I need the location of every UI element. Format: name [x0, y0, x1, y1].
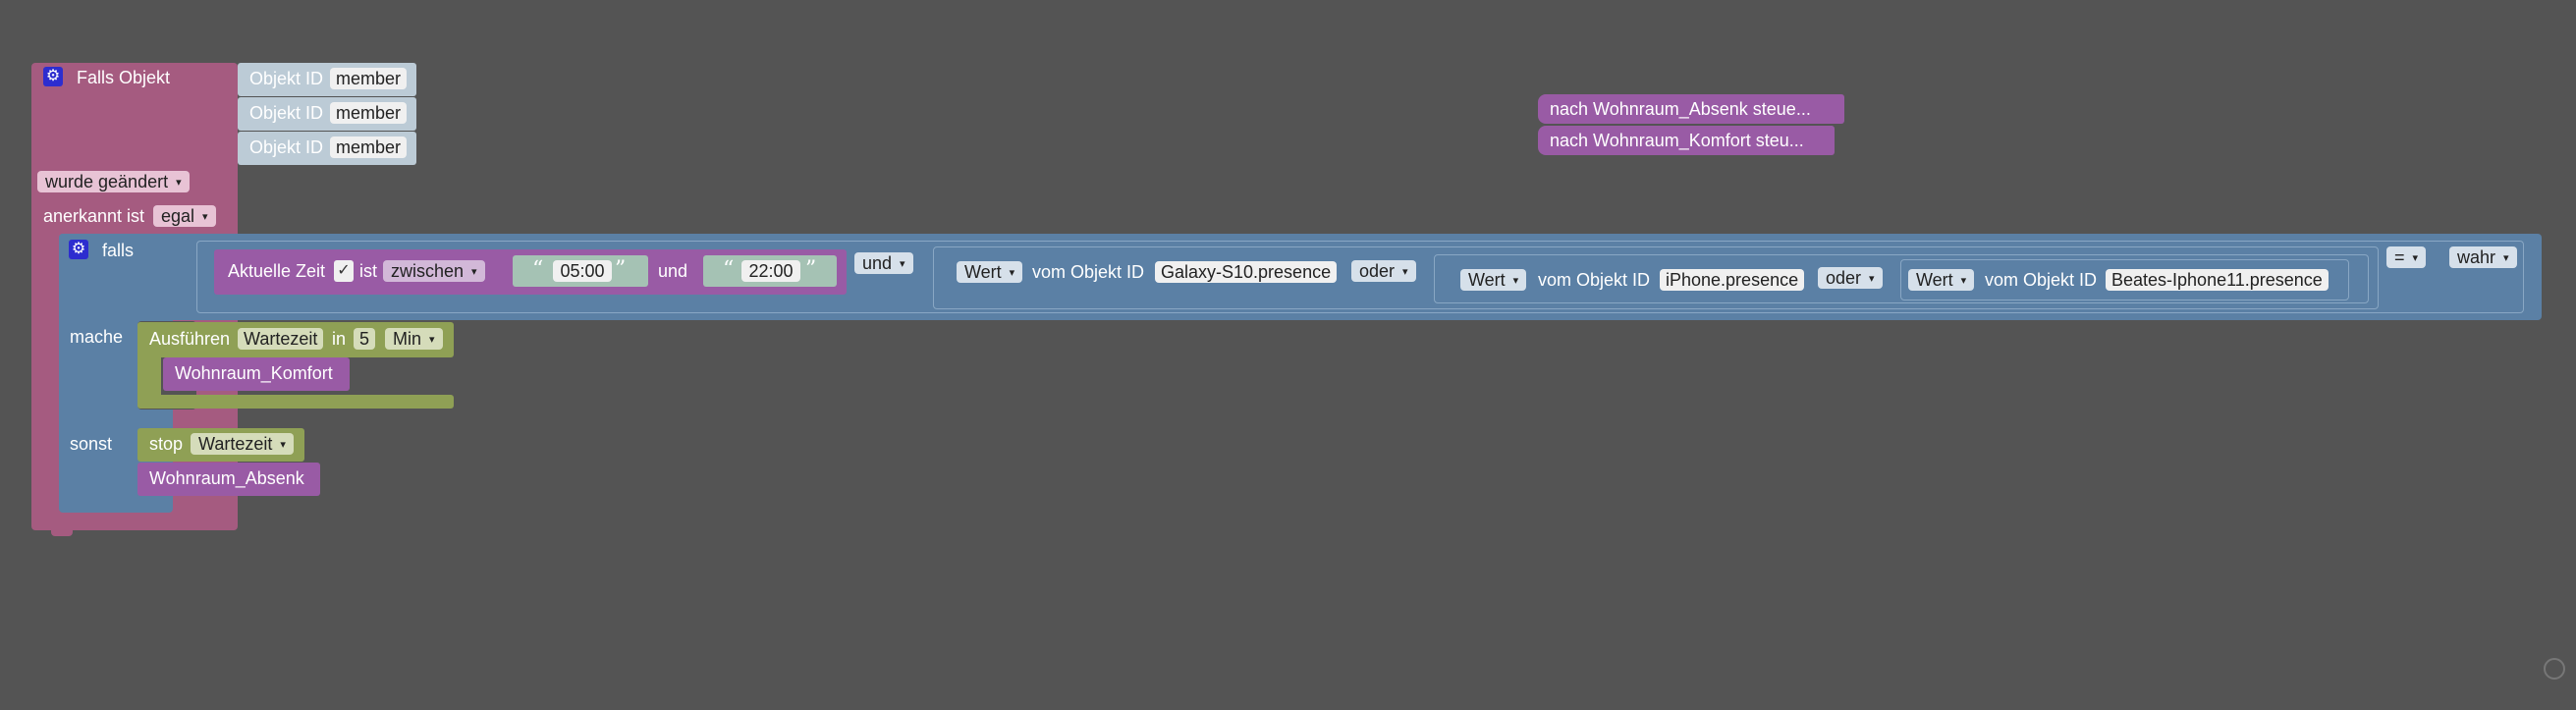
object-id-field-3[interactable]: member [330, 137, 408, 158]
do-label: mache [70, 327, 124, 347]
logic-or-option-1: oder [1359, 261, 1396, 281]
dropdown-arrow-icon: ▾ [471, 266, 477, 279]
object-field-2[interactable]: iPhone.presence [1660, 269, 1805, 291]
value-option-1: Wert [964, 262, 1002, 282]
dropdown-arrow-icon: ▾ [1869, 273, 1875, 286]
object-id-field-2[interactable]: member [330, 102, 408, 124]
stop-timer-option: Wartezeit [198, 434, 273, 454]
between-dropdown[interactable]: zwischen ▾ [383, 260, 485, 282]
dropdown-arrow-icon: ▾ [900, 258, 905, 271]
object-id-field-1[interactable]: member [330, 68, 408, 89]
if-gear-icon[interactable]: ⚙ [69, 240, 88, 259]
in-label: in [332, 329, 347, 349]
of-object-label-2: vom Objekt ID [1538, 270, 1651, 290]
dropdown-arrow-icon: ▾ [2412, 252, 2419, 265]
else-label: sonst [70, 434, 113, 454]
end-time-field[interactable]: 22:00 [741, 260, 800, 282]
current-time-label: Aktuelle Zeit [228, 261, 326, 281]
of-object-label-3: vom Objekt ID [1985, 270, 2098, 290]
value-option-3: Wert [1916, 270, 1953, 290]
workspace-center-icon[interactable] [2544, 658, 2565, 680]
dropdown-arrow-icon: ▾ [429, 334, 435, 347]
object-id-label-3: Objekt ID [249, 137, 324, 157]
changed-option: wurde geändert [45, 172, 169, 191]
execute-label: Ausführen [149, 329, 231, 349]
stop-timer-dropdown[interactable]: Wartezeit ▾ [191, 433, 294, 455]
changed-dropdown[interactable]: wurde geändert ▾ [37, 171, 190, 192]
ack-dropdown[interactable]: egal ▾ [153, 205, 216, 227]
call-absenk-label: Wohnraum_Absenk [149, 468, 304, 488]
dropdown-arrow-icon: ▾ [176, 177, 182, 190]
function-absenk-label: nach Wohnraum_Absenk steue... [1550, 99, 1811, 119]
trigger-title: Falls Objekt [77, 68, 171, 87]
close-quote-icon: ” [615, 257, 627, 282]
object-field-3[interactable]: Beates-Iphone11.presence [2106, 269, 2329, 291]
trigger-gear-icon[interactable]: ⚙ [43, 67, 63, 86]
dropdown-arrow-icon: ▾ [1009, 267, 1015, 280]
dropdown-arrow-icon: ▾ [1960, 275, 1967, 288]
call-komfort-label: Wohnraum_Komfort [175, 363, 333, 383]
dropdown-arrow-icon: ▾ [1402, 266, 1408, 279]
timeout-block-bottom [137, 395, 454, 409]
ack-label: anerkannt ist [43, 206, 145, 226]
of-object-label-1: vom Objekt ID [1032, 262, 1145, 282]
dropdown-arrow-icon: ▾ [202, 211, 208, 224]
open-quote-icon: “ [532, 257, 544, 282]
object-id-label-2: Objekt ID [249, 103, 324, 123]
stop-label: stop [149, 434, 184, 454]
open-quote-icon: “ [723, 257, 735, 282]
object-field-1[interactable]: Galaxy-S10.presence [1155, 261, 1338, 283]
ack-option: egal [161, 206, 195, 226]
dropdown-arrow-icon: ▾ [2503, 252, 2509, 265]
logic-or-dropdown-2[interactable]: oder ▾ [1818, 267, 1883, 289]
function-komfort-label: nach Wohnraum_Komfort steu... [1550, 131, 1804, 150]
compare-op-option: = [2394, 247, 2405, 267]
timeout-timer-field[interactable]: Wartezeit [238, 328, 324, 350]
current-time-is-label: ist [359, 261, 377, 281]
compare-value-option: wahr [2457, 247, 2496, 267]
logic-or-option-2: oder [1826, 268, 1862, 288]
logic-and-dropdown[interactable]: und ▾ [854, 252, 913, 274]
close-quote-icon: ” [805, 257, 817, 282]
object-id-label-1: Objekt ID [249, 69, 324, 88]
value-dropdown-3[interactable]: Wert ▾ [1908, 269, 1975, 291]
start-time-field[interactable]: 05:00 [553, 260, 612, 282]
value-dropdown-1[interactable]: Wert ▾ [957, 261, 1023, 283]
logic-and-option: und [862, 253, 893, 273]
unit-option: Min [393, 329, 422, 349]
dropdown-arrow-icon: ▾ [1512, 275, 1519, 288]
delay-field[interactable]: 5 [354, 328, 376, 350]
value-option-2: Wert [1468, 270, 1506, 290]
compare-value-dropdown[interactable]: wahr ▾ [2449, 246, 2517, 268]
value-dropdown-2[interactable]: Wert ▾ [1460, 269, 1527, 291]
compare-op-dropdown[interactable]: = ▾ [2386, 246, 2427, 268]
trigger-block-bottom-notch [51, 526, 73, 536]
logic-or-dropdown-1[interactable]: oder ▾ [1351, 260, 1416, 282]
dropdown-arrow-icon: ▾ [280, 439, 286, 452]
current-time-checkbox[interactable]: ✓ [334, 260, 354, 282]
between-option: zwischen [391, 261, 465, 281]
if-label: falls [102, 241, 135, 260]
between-and-label: und [658, 261, 688, 281]
unit-dropdown[interactable]: Min ▾ [385, 328, 443, 350]
